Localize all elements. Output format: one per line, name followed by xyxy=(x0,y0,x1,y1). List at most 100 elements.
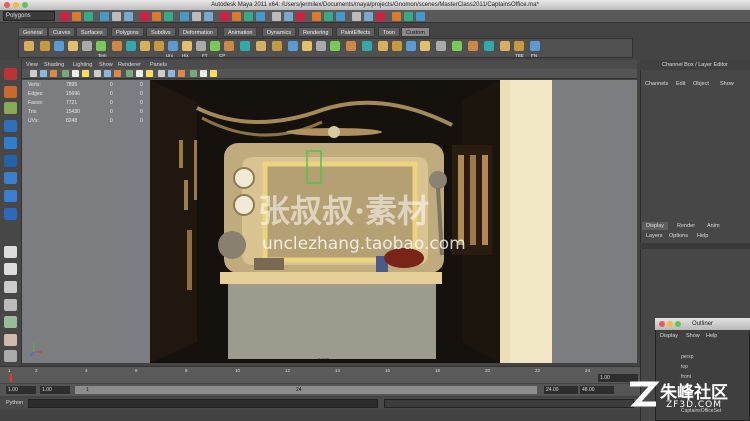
render-settings-icon[interactable] xyxy=(152,12,161,21)
shelf-material-icon[interactable] xyxy=(346,41,356,51)
channel-box-menu-edit[interactable]: Edit xyxy=(676,81,685,87)
panel-menu-view[interactable]: View xyxy=(26,62,38,68)
shelf-script-icon[interactable] xyxy=(224,41,234,51)
playback-start-field[interactable]: 1.00 xyxy=(40,386,70,394)
panel-menu-lighting[interactable]: Lighting xyxy=(73,62,92,68)
snap-point-icon[interactable] xyxy=(220,12,229,21)
channel-box-menu-channels[interactable]: Channels xyxy=(645,81,668,87)
select-tool-icon[interactable] xyxy=(4,68,17,80)
lights-icon[interactable] xyxy=(72,70,79,77)
snap-point-icon[interactable] xyxy=(324,12,333,21)
snap-grid-icon[interactable] xyxy=(296,12,305,21)
menu-set-dropdown[interactable]: Polygons xyxy=(3,11,55,21)
snap-grid-icon[interactable] xyxy=(404,12,413,21)
shelf-tab-subdivs[interactable]: Subdivs xyxy=(146,27,176,37)
render-settings-icon[interactable] xyxy=(256,12,265,21)
shelf-script-icon[interactable] xyxy=(154,41,164,51)
scene-icon[interactable] xyxy=(60,12,69,21)
render-icon[interactable] xyxy=(392,12,401,21)
rotate-tool-icon[interactable] xyxy=(4,137,17,149)
shelf-tab-custom[interactable]: Custom xyxy=(401,27,430,37)
lights-icon[interactable] xyxy=(200,70,207,77)
scale-tool-icon[interactable] xyxy=(4,155,17,167)
channel-box-menu-object[interactable]: Object xyxy=(693,81,709,87)
lights-icon[interactable] xyxy=(136,70,143,77)
wireframe-icon[interactable] xyxy=(168,70,175,77)
snap-grid-icon[interactable] xyxy=(192,12,201,21)
wireframe-icon[interactable] xyxy=(40,70,47,77)
hypershade-layout-icon[interactable] xyxy=(4,316,17,328)
textured-icon[interactable] xyxy=(62,70,69,77)
history-icon[interactable] xyxy=(336,12,345,21)
shelf-polygon-icon[interactable] xyxy=(406,41,416,51)
uv-editor-layout-icon[interactable] xyxy=(4,334,17,346)
playback-end-field[interactable]: 24.00 xyxy=(544,386,578,394)
panel-menu-panels[interactable]: Panels xyxy=(150,62,167,68)
paint-select-tool-icon[interactable] xyxy=(4,102,17,114)
shelf-material-icon[interactable] xyxy=(126,41,136,51)
render-settings-icon[interactable] xyxy=(364,12,373,21)
current-time-marker[interactable] xyxy=(10,374,12,382)
panel-camera-icon[interactable] xyxy=(94,70,101,77)
smooth-shade-icon[interactable] xyxy=(178,70,185,77)
zoom-window-button[interactable] xyxy=(22,2,28,8)
shelf-tab-surfaces[interactable]: Surfaces xyxy=(76,27,108,37)
panel-menu-show[interactable]: Show xyxy=(99,62,113,68)
snap-curve-icon[interactable] xyxy=(416,12,425,21)
history-icon[interactable] xyxy=(232,12,241,21)
range-slider-bar[interactable] xyxy=(75,386,537,394)
outliner-zoom-button[interactable] xyxy=(675,321,681,327)
outliner-minimize-button[interactable] xyxy=(667,321,673,327)
shelf-tool-icon[interactable] xyxy=(316,41,326,51)
shelf-material-icon[interactable] xyxy=(196,41,206,51)
history-icon[interactable] xyxy=(124,12,133,21)
shelf-tab-painteffects[interactable]: PaintEffects xyxy=(336,27,376,37)
scene-icon[interactable] xyxy=(164,12,173,21)
outliner-menu-show[interactable]: Show xyxy=(686,333,700,339)
shelf-tab-rendering[interactable]: Rendering xyxy=(298,27,334,37)
show-manipulator-icon[interactable] xyxy=(4,208,17,220)
layer-tab-display[interactable]: Display xyxy=(642,222,669,230)
shelf-material-icon[interactable] xyxy=(272,41,282,51)
shelf-render-icon[interactable] xyxy=(68,41,78,51)
render-icon[interactable] xyxy=(180,12,189,21)
textured-icon[interactable] xyxy=(126,70,133,77)
ipr-icon[interactable] xyxy=(352,12,361,21)
shelf-material-icon[interactable] xyxy=(500,41,510,51)
persp-graph-layout-icon[interactable] xyxy=(4,299,17,311)
single-pane-layout-icon[interactable] xyxy=(4,246,17,258)
shelf-render-icon[interactable] xyxy=(514,41,524,51)
time-slider[interactable] xyxy=(0,366,640,383)
layer-menu-layers[interactable]: Layers xyxy=(646,233,663,239)
close-window-button[interactable] xyxy=(4,2,10,8)
render-icon[interactable] xyxy=(72,12,81,21)
shelf-tab-general[interactable]: General xyxy=(18,27,48,37)
shelf-tab-polygons[interactable]: Polygons xyxy=(111,27,144,37)
shelf-render-icon[interactable] xyxy=(436,41,446,51)
shadows-icon[interactable] xyxy=(82,70,89,77)
shelf-render-icon[interactable] xyxy=(210,41,220,51)
animation-end-field[interactable]: 48.00 xyxy=(580,386,614,394)
panel-camera-icon[interactable] xyxy=(158,70,165,77)
shelf-render-icon[interactable] xyxy=(140,41,150,51)
layer-tab-render[interactable]: Render xyxy=(673,222,699,230)
layer-tab-anim[interactable]: Anim xyxy=(703,222,724,230)
shelf-polygon-icon[interactable] xyxy=(112,41,122,51)
shelf-render-icon[interactable] xyxy=(288,41,298,51)
shelf-polygon-icon[interactable] xyxy=(330,41,340,51)
custom-layout-icon[interactable] xyxy=(4,350,17,362)
animation-start-field[interactable]: 1.00 xyxy=(6,386,36,394)
ipr-icon[interactable] xyxy=(244,12,253,21)
soft-mod-tool-icon[interactable] xyxy=(4,190,17,202)
shadows-icon[interactable] xyxy=(210,70,217,77)
shelf-tab-toon[interactable]: Toon xyxy=(378,27,400,37)
snap-curve-icon[interactable] xyxy=(312,12,321,21)
command-input[interactable] xyxy=(28,399,378,408)
smooth-shade-icon[interactable] xyxy=(50,70,57,77)
shelf-tool-icon[interactable] xyxy=(240,41,250,51)
move-tool-icon[interactable] xyxy=(4,120,17,132)
shelf-polygon-icon[interactable] xyxy=(40,41,50,51)
shelf-script-icon[interactable] xyxy=(530,41,540,51)
persp-outliner-layout-icon[interactable] xyxy=(4,281,17,293)
shelf-polygon-icon[interactable] xyxy=(182,41,192,51)
